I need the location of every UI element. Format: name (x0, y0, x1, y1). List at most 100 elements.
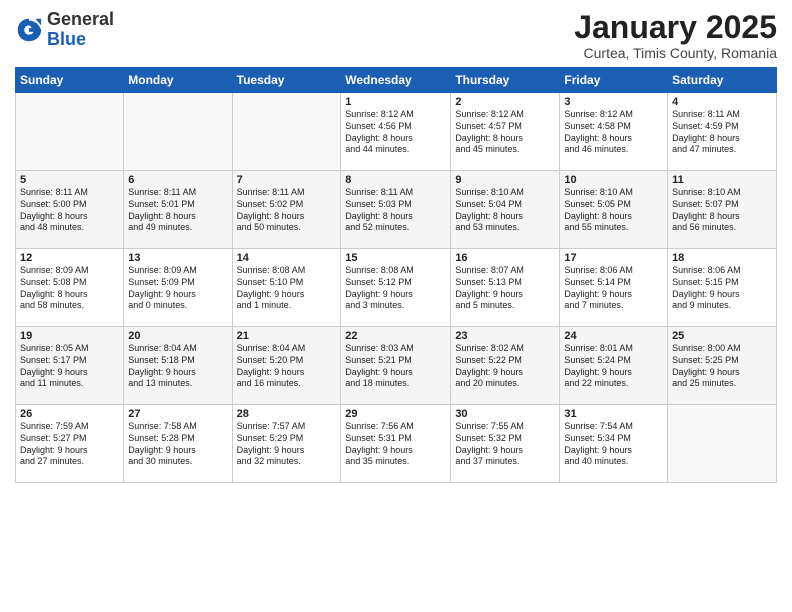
cell-text-line: and 30 minutes. (128, 456, 227, 468)
cell-text-line: Sunset: 5:14 PM (564, 277, 663, 289)
cell-text-line: and 16 minutes. (237, 378, 337, 390)
calendar-cell: 1Sunrise: 8:12 AMSunset: 4:56 PMDaylight… (341, 93, 451, 171)
cell-text-line: Sunset: 5:21 PM (345, 355, 446, 367)
cell-text-line: Daylight: 9 hours (237, 367, 337, 379)
day-header-wednesday: Wednesday (341, 68, 451, 93)
cell-text-line: Sunset: 5:09 PM (128, 277, 227, 289)
cell-text-line: Sunset: 5:00 PM (20, 199, 119, 211)
cell-text-line: Sunrise: 8:08 AM (237, 265, 337, 277)
calendar-cell: 13Sunrise: 8:09 AMSunset: 5:09 PMDayligh… (124, 249, 232, 327)
cell-text-line: Sunset: 4:56 PM (345, 121, 446, 133)
day-number: 30 (455, 408, 555, 420)
week-row-1: 1Sunrise: 8:12 AMSunset: 4:56 PMDaylight… (16, 93, 777, 171)
calendar-cell: 15Sunrise: 8:08 AMSunset: 5:12 PMDayligh… (341, 249, 451, 327)
cell-text-line: Daylight: 8 hours (455, 133, 555, 145)
cell-text-line: Sunset: 5:24 PM (564, 355, 663, 367)
cell-text-line: Sunrise: 8:12 AM (455, 109, 555, 121)
week-row-5: 26Sunrise: 7:59 AMSunset: 5:27 PMDayligh… (16, 405, 777, 483)
header-row: SundayMondayTuesdayWednesdayThursdayFrid… (16, 68, 777, 93)
calendar-cell: 2Sunrise: 8:12 AMSunset: 4:57 PMDaylight… (451, 93, 560, 171)
calendar-cell: 29Sunrise: 7:56 AMSunset: 5:31 PMDayligh… (341, 405, 451, 483)
calendar-cell (124, 93, 232, 171)
cell-text-line: Sunrise: 8:11 AM (672, 109, 772, 121)
calendar-cell: 17Sunrise: 8:06 AMSunset: 5:14 PMDayligh… (560, 249, 668, 327)
calendar-cell: 24Sunrise: 8:01 AMSunset: 5:24 PMDayligh… (560, 327, 668, 405)
cell-text-line: and 46 minutes. (564, 144, 663, 156)
cell-text-line: Sunset: 5:07 PM (672, 199, 772, 211)
cell-text-line: Daylight: 8 hours (128, 211, 227, 223)
cell-text-line: and 13 minutes. (128, 378, 227, 390)
cell-text-line: Sunrise: 7:58 AM (128, 421, 227, 433)
week-row-3: 12Sunrise: 8:09 AMSunset: 5:08 PM Dayligh… (16, 249, 777, 327)
cell-text-line: Sunrise: 8:09 AM (20, 265, 119, 277)
cell-text-line: Sunset: 5:18 PM (128, 355, 227, 367)
cell-text-line: Sunrise: 8:10 AM (564, 187, 663, 199)
day-number: 19 (20, 330, 119, 342)
cell-text-line: Daylight: 9 hours (237, 289, 337, 301)
calendar-cell: 6Sunrise: 8:11 AMSunset: 5:01 PMDaylight… (124, 171, 232, 249)
cell-text-line: Sunrise: 8:05 AM (20, 343, 119, 355)
cell-text-line: Daylight: 9 hours (345, 289, 446, 301)
calendar-cell: 18Sunrise: 8:06 AMSunset: 5:15 PMDayligh… (668, 249, 777, 327)
cell-text-line: and 25 minutes. (672, 378, 772, 390)
week-row-2: 5Sunrise: 8:11 AMSunset: 5:00 PMDaylight… (16, 171, 777, 249)
cell-text-line: Daylight: 9 hours (564, 367, 663, 379)
calendar-cell: 12Sunrise: 8:09 AMSunset: 5:08 PMDayligh… (16, 249, 124, 327)
cell-text-line: Sunrise: 7:54 AM (564, 421, 663, 433)
day-number: 11 (672, 174, 772, 186)
calendar-cell: 27Sunrise: 7:58 AMSunset: 5:28 PMDayligh… (124, 405, 232, 483)
calendar-cell (668, 405, 777, 483)
day-number: 15 (345, 252, 446, 264)
logo-text: General Blue (47, 10, 114, 50)
cell-text-line: Daylight: 8 hours (564, 133, 663, 145)
logo-blue-text: Blue (47, 29, 86, 49)
cell-text-line: and 48 minutes. (20, 222, 119, 234)
logo-icon (15, 16, 43, 44)
cell-text-line: Sunrise: 8:08 AM (345, 265, 446, 277)
cell-text-line: Sunrise: 7:56 AM (345, 421, 446, 433)
day-header-saturday: Saturday (668, 68, 777, 93)
cell-text-line: Daylight: 9 hours (128, 289, 227, 301)
cell-text-line: Sunset: 5:25 PM (672, 355, 772, 367)
day-number: 16 (455, 252, 555, 264)
cell-text-line: Daylight: 9 hours (128, 445, 227, 457)
calendar-cell: 19Sunrise: 8:05 AMSunset: 5:17 PMDayligh… (16, 327, 124, 405)
calendar-cell: 4Sunrise: 8:11 AMSunset: 4:59 PMDaylight… (668, 93, 777, 171)
cell-text-line: Sunset: 5:08 PM (20, 277, 119, 289)
cell-text-line: Sunrise: 8:10 AM (455, 187, 555, 199)
calendar-cell: 31Sunrise: 7:54 AMSunset: 5:34 PMDayligh… (560, 405, 668, 483)
cell-text-line: Daylight: 8 hours (345, 133, 446, 145)
day-number: 26 (20, 408, 119, 420)
cell-text-line: Daylight: 9 hours (564, 445, 663, 457)
cell-text-line: Daylight: 9 hours (20, 445, 119, 457)
day-number: 1 (345, 96, 446, 108)
calendar-title: January 2025 (574, 10, 777, 45)
cell-text-line: and 50 minutes. (237, 222, 337, 234)
cell-text-line: Sunrise: 7:59 AM (20, 421, 119, 433)
day-number: 12 (20, 252, 119, 264)
day-number: 22 (345, 330, 446, 342)
cell-text-line: and 20 minutes. (455, 378, 555, 390)
cell-text-line: and 35 minutes. (345, 456, 446, 468)
day-number: 2 (455, 96, 555, 108)
day-header-tuesday: Tuesday (232, 68, 341, 93)
cell-text-line: and 22 minutes. (564, 378, 663, 390)
day-number: 9 (455, 174, 555, 186)
cell-text-line: Daylight: 9 hours (128, 367, 227, 379)
cell-text-line: and 55 minutes. (564, 222, 663, 234)
cell-text-line: Daylight: 9 hours (455, 289, 555, 301)
day-number: 6 (128, 174, 227, 186)
cell-text-line: Sunset: 5:34 PM (564, 433, 663, 445)
day-header-monday: Monday (124, 68, 232, 93)
cell-text-line: Sunrise: 7:55 AM (455, 421, 555, 433)
cell-text-line: Sunset: 5:17 PM (20, 355, 119, 367)
cell-text-line: Sunrise: 8:06 AM (672, 265, 772, 277)
cell-text-line: Daylight: 8 hours (455, 211, 555, 223)
cell-text-line: Sunrise: 8:04 AM (128, 343, 227, 355)
cell-text-line: and 53 minutes. (455, 222, 555, 234)
day-number: 25 (672, 330, 772, 342)
week-row-4: 19Sunrise: 8:05 AMSunset: 5:17 PM Dayligh… (16, 327, 777, 405)
cell-text-line: Sunrise: 8:12 AM (564, 109, 663, 121)
cell-text-line: and 18 minutes. (345, 378, 446, 390)
cell-text-line: Sunset: 5:22 PM (455, 355, 555, 367)
